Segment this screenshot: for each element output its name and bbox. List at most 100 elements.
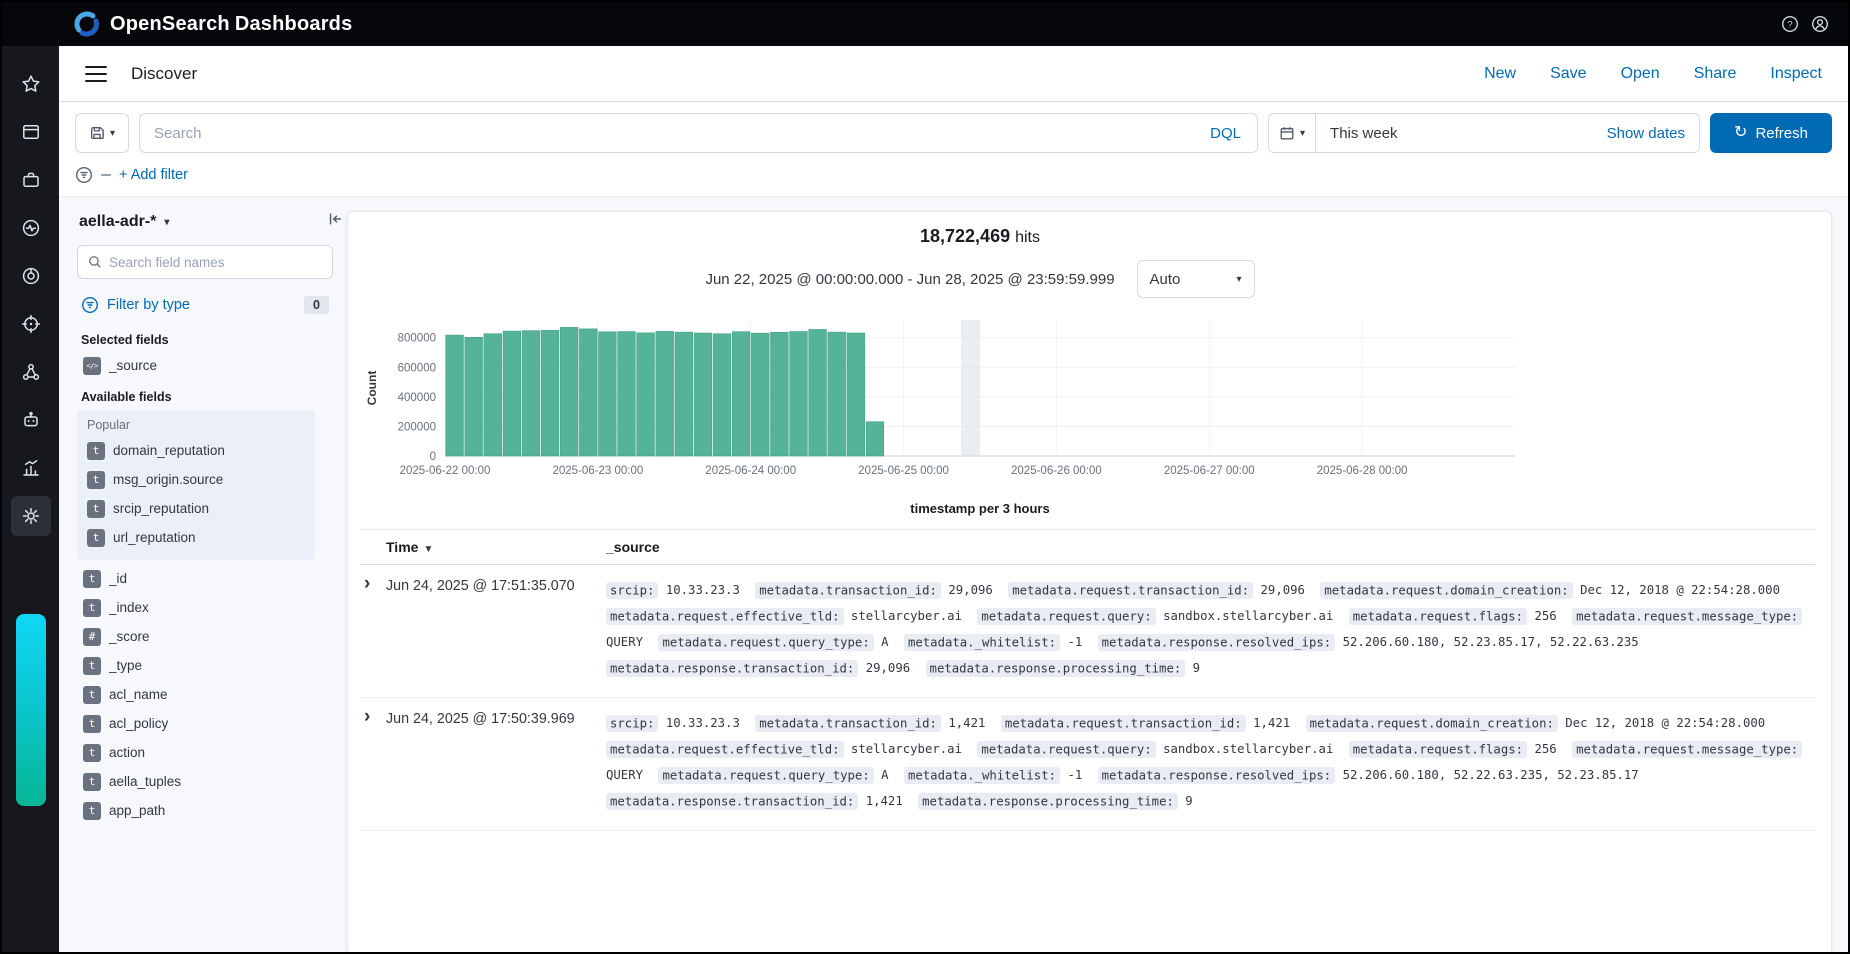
network-icon[interactable]	[11, 352, 51, 392]
search-bar: DQL	[139, 113, 1258, 153]
table-row: ›Jun 24, 2025 @ 17:51:35.070srcip: 10.33…	[360, 565, 1815, 698]
query-language-button[interactable]: DQL	[1194, 125, 1257, 142]
time-column-header[interactable]: Time▼	[386, 539, 606, 555]
expand-row-icon[interactable]: ›	[360, 577, 386, 681]
chevron-down-icon: ▾	[1237, 274, 1242, 285]
show-dates-button[interactable]: Show dates	[1607, 125, 1699, 142]
chevron-down-icon: ▾	[1300, 128, 1305, 139]
interval-select[interactable]: Auto ▾	[1137, 260, 1255, 298]
field-type-icon: t	[83, 570, 101, 588]
field-type-icon: t	[87, 471, 105, 489]
search-input[interactable]	[140, 114, 1194, 152]
star-icon[interactable]	[11, 64, 51, 104]
time-range-value[interactable]: This week	[1316, 125, 1398, 142]
field-value: 256	[1534, 609, 1556, 623]
field-item-srcip_reputation[interactable]: tsrcip_reputation	[81, 494, 311, 523]
field-value: 29,096	[948, 583, 992, 597]
field-value: 256	[1534, 742, 1556, 756]
source-column-header: _source	[606, 539, 1815, 555]
field-type-icon: t	[87, 500, 105, 518]
field-item-domain_reputation[interactable]: tdomain_reputation	[81, 436, 311, 465]
histogram-chart[interactable]: 02000004000006000008000002025-06-22 00:0…	[360, 308, 1815, 525]
index-pattern-selector[interactable]: aella-adr-* ▾	[77, 211, 333, 231]
field-item-acl_policy[interactable]: tacl_policy	[77, 709, 315, 738]
field-name: acl_name	[109, 687, 168, 702]
field-item-action[interactable]: taction	[77, 738, 315, 767]
nav-action-inspect[interactable]: Inspect	[1770, 65, 1822, 83]
svg-text:800000: 800000	[398, 333, 436, 345]
doc-timestamp: Jun 24, 2025 @ 17:51:35.070	[386, 577, 606, 681]
crosshair-icon[interactable]	[11, 304, 51, 344]
expand-row-icon[interactable]: ›	[360, 710, 386, 814]
bar-chart-icon[interactable]	[11, 448, 51, 488]
nav-action-new[interactable]: New	[1484, 65, 1516, 83]
field-name: _index	[109, 600, 149, 615]
field-value: 29,096	[1261, 583, 1305, 597]
window-icon[interactable]	[11, 112, 51, 152]
field-value: 9	[1185, 794, 1192, 808]
field-key-chip: metadata.response.transaction_id:	[606, 793, 858, 810]
field-name: _score	[109, 629, 150, 644]
field-item-acl_name[interactable]: t acl_name	[77, 680, 315, 709]
field-type-icon: t	[83, 686, 101, 704]
popular-heading: Popular	[87, 418, 305, 432]
field-type-icon: t	[83, 773, 101, 791]
field-value: Dec 12, 2018 @ 22:54:28.000	[1580, 583, 1780, 597]
doc-source: srcip: 10.33.23.3 metadata.transaction_i…	[606, 577, 1815, 681]
robot-icon[interactable]	[11, 400, 51, 440]
popular-fields-block: Popular tdomain_reputationtmsg_origin.so…	[77, 410, 315, 560]
add-filter-button[interactable]: + Add filter	[119, 167, 188, 183]
svg-text:0: 0	[430, 451, 436, 463]
table-rows: ›Jun 24, 2025 @ 17:51:35.070srcip: 10.33…	[360, 565, 1815, 831]
menu-icon[interactable]	[85, 66, 107, 82]
hits-summary: 18,722,469hits	[360, 226, 1600, 247]
help-icon[interactable]: ?	[1780, 14, 1800, 34]
field-item-_source[interactable]: </>_source	[77, 351, 333, 380]
field-item-_type[interactable]: t_type	[77, 651, 315, 680]
gear-icon[interactable]	[11, 496, 51, 536]
collapse-fields-panel-icon[interactable]	[327, 211, 343, 232]
field-key-chip: srcip:	[606, 582, 658, 599]
field-item-aella_tuples[interactable]: taella_tuples	[77, 767, 315, 796]
saved-query-button[interactable]: ▾	[75, 113, 129, 153]
account-icon[interactable]	[1810, 14, 1830, 34]
field-value: 10.33.23.3	[666, 583, 740, 597]
nav-action-open[interactable]: Open	[1621, 65, 1660, 83]
svg-text:2025-06-25 00:00: 2025-06-25 00:00	[858, 465, 949, 477]
field-item-url_reputation[interactable]: turl_reputation	[81, 523, 311, 552]
app-navbar: Discover NewSaveOpenShareInspect	[59, 46, 1848, 102]
refresh-button[interactable]: ↻ Refresh	[1710, 113, 1832, 153]
field-value: A	[881, 635, 888, 649]
filter-by-type-button[interactable]: Filter by type 0	[77, 287, 333, 323]
field-item-_id[interactable]: t_id	[77, 564, 315, 593]
briefcase-icon[interactable]	[11, 160, 51, 200]
chevron-down-icon: ▾	[164, 217, 169, 228]
svg-text:2025-06-22 00:00: 2025-06-22 00:00	[400, 465, 491, 477]
date-picker: ▾ This week Show dates	[1268, 113, 1700, 153]
nav-action-save[interactable]: Save	[1550, 65, 1586, 83]
filter-icon[interactable]	[75, 166, 93, 184]
field-item-msg_origin.source[interactable]: tmsg_origin.source	[81, 465, 311, 494]
field-search-input[interactable]	[109, 255, 322, 270]
field-item-_index[interactable]: t _index	[77, 593, 315, 622]
field-item-_score[interactable]: # _score	[77, 622, 315, 651]
calendar-button[interactable]: ▾	[1269, 114, 1316, 152]
field-type-icon: t	[83, 715, 101, 733]
sort-desc-icon[interactable]: ▼	[423, 544, 433, 555]
field-value: 1,421	[866, 794, 903, 808]
field-type-icon: t	[83, 599, 101, 617]
field-type-icon: t	[83, 802, 101, 820]
field-value: -1	[1067, 768, 1082, 782]
donut-chart-icon[interactable]	[11, 256, 51, 296]
field-key-chip: metadata.request.effective_tld:	[606, 741, 844, 758]
top-nav-actions: New Save Open Share Inspect	[1484, 65, 1822, 83]
nav-action-share[interactable]: Share	[1694, 65, 1737, 83]
opensearch-swirl-icon	[74, 11, 100, 37]
field-key-chip: metadata.request.effective_tld:	[606, 608, 844, 625]
field-item-app_path[interactable]: tapp_path	[77, 796, 315, 825]
svg-text:2025-06-28 00:00: 2025-06-28 00:00	[1317, 465, 1408, 477]
field-type-icon: #	[83, 628, 101, 646]
filter-icon	[81, 296, 99, 314]
field-key-chip: metadata.request.domain_creation:	[1320, 582, 1572, 599]
pulse-icon[interactable]	[11, 208, 51, 248]
